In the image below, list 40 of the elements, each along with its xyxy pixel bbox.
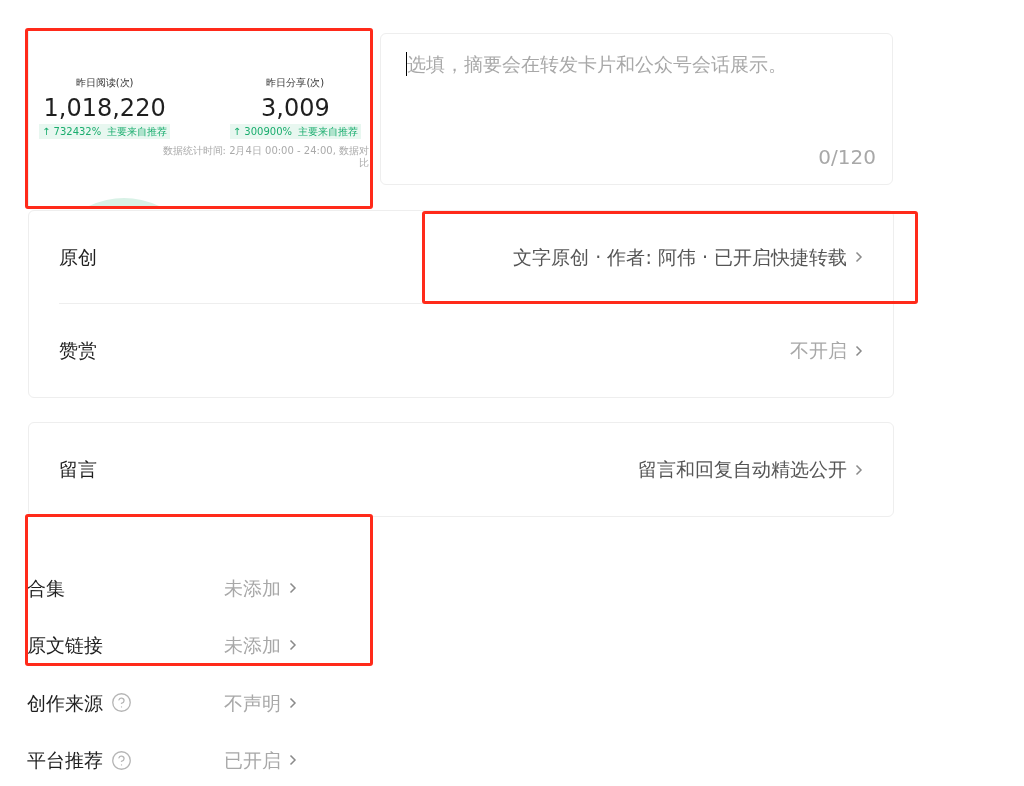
- setting-value: 已开启: [224, 748, 281, 773]
- setting-value: 留言和回复自动精选公开: [638, 457, 847, 483]
- chevron-right-icon: [289, 639, 297, 652]
- metric-badge: ↑ 300900% 主要来自推荐: [229, 124, 361, 139]
- chevron-right-icon: [855, 251, 863, 263]
- setting-row[interactable]: 平台推荐 已开启: [27, 731, 1024, 786]
- metric-label: 昨日分享(次): [266, 76, 325, 90]
- setting-label: 合集: [27, 575, 65, 601]
- metric-badge: ↑ 732432% 主要来自推荐: [39, 124, 171, 139]
- setting-row[interactable]: 合集 未添加: [27, 559, 1024, 617]
- setting-value: 文字原创 · 作者: 阿伟 · 已开启快捷转载: [513, 244, 847, 270]
- stats-footnote: 数据统计时间: 2月4日 00:00 - 24:00, 数据对比: [161, 145, 369, 169]
- setting-value: 未添加: [224, 633, 281, 658]
- setting-row[interactable]: 原创 文字原创 · 作者: 阿伟 · 已开启快捷转载: [59, 211, 863, 304]
- setting-value: 不开启: [790, 338, 847, 364]
- setting-label: 原创: [59, 244, 97, 270]
- setting-row[interactable]: 原文链接 未添加: [27, 616, 1024, 674]
- character-counter: 0/120: [818, 144, 876, 171]
- setting-row[interactable]: 赞赏 不开启: [59, 304, 863, 397]
- summary-placeholder: 选填，摘要会在转发卡片和公众号会话展示。: [407, 52, 787, 77]
- setting-label: 创作来源: [27, 690, 103, 716]
- setting-label: 留言: [59, 457, 97, 483]
- chart-arc-icon: [89, 196, 159, 206]
- metric-value: 1,018,220: [43, 93, 166, 124]
- chevron-right-icon: [855, 463, 863, 476]
- metric-label: 昨日阅读(次): [75, 76, 134, 90]
- chevron-right-icon: [855, 344, 863, 357]
- help-icon[interactable]: [111, 749, 132, 771]
- setting-label: 赞赏: [59, 338, 97, 364]
- setting-value: 不声明: [224, 690, 281, 716]
- metric-value: 3,009: [261, 93, 330, 124]
- setting-row[interactable]: 留言 留言和回复自动精选公开: [59, 423, 863, 516]
- setting-value: 未添加: [224, 575, 281, 601]
- chevron-right-icon: [289, 754, 297, 767]
- chevron-right-icon: [289, 581, 297, 594]
- help-icon[interactable]: [111, 692, 132, 714]
- chevron-right-icon: [289, 696, 297, 709]
- setting-label: 原文链接: [27, 633, 103, 658]
- setting-label: 平台推荐: [27, 748, 103, 773]
- setting-row[interactable]: 创作来源 不声明: [27, 674, 1024, 732]
